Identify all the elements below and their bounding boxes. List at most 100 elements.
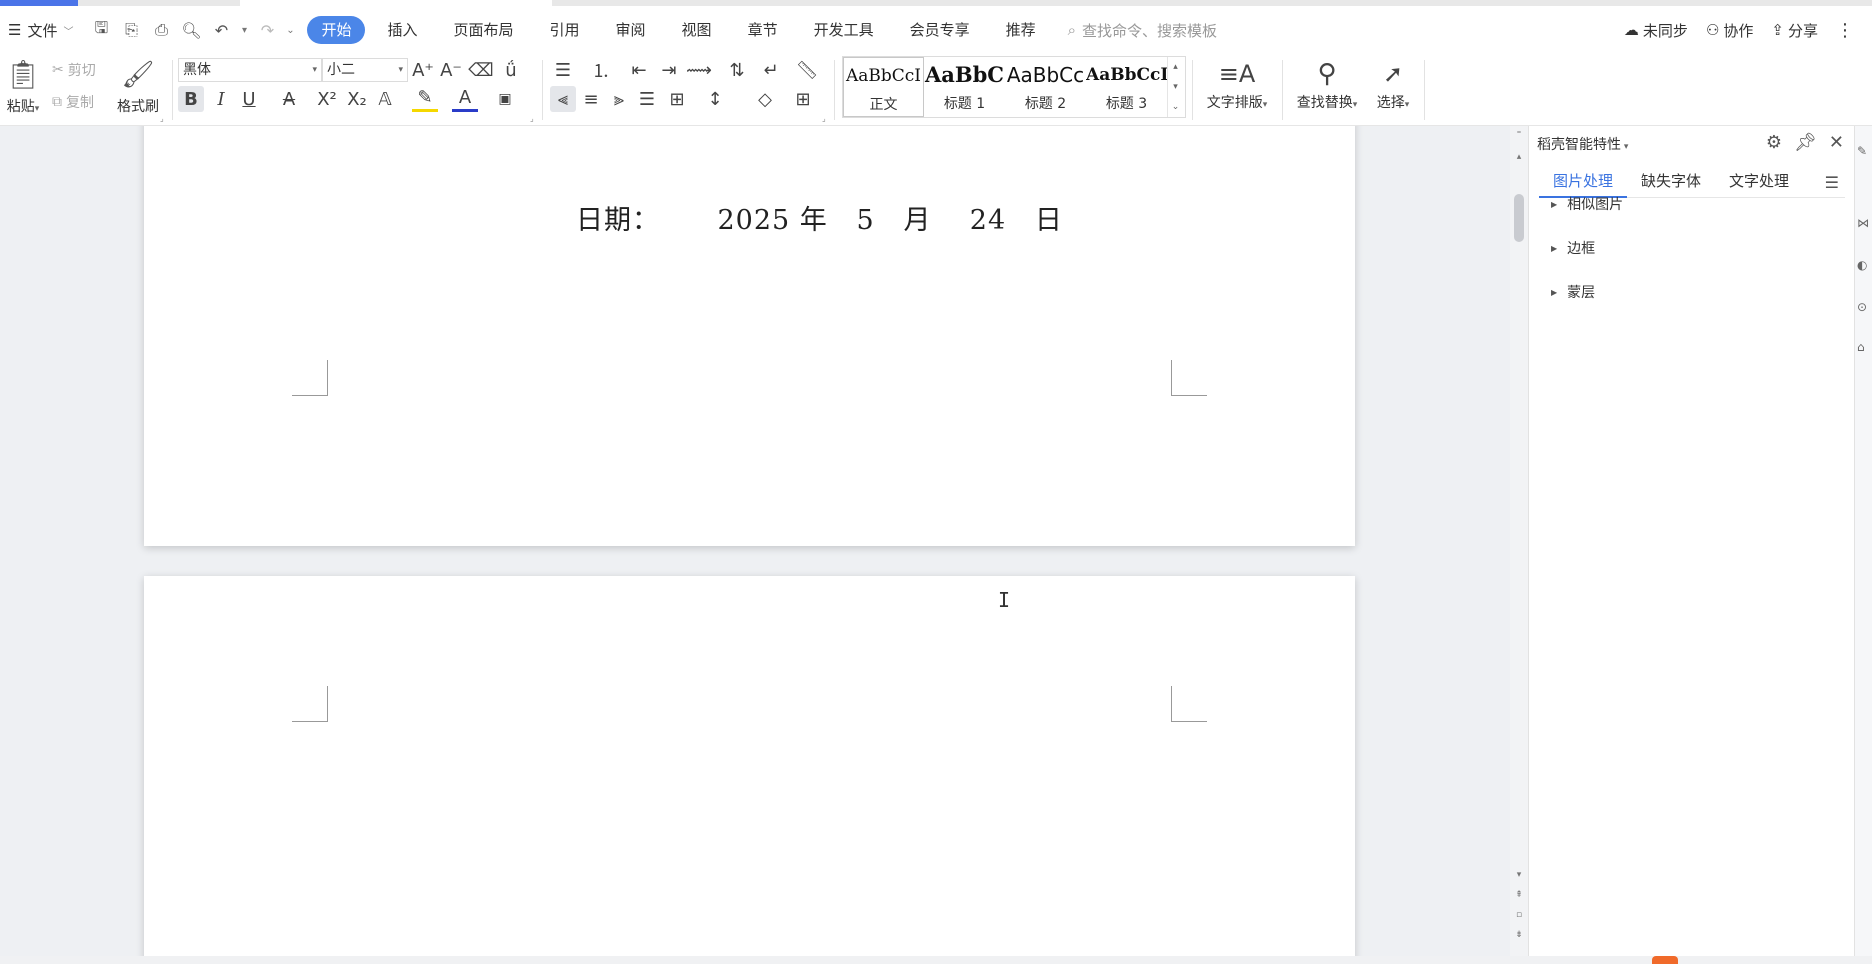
format-painter-button[interactable]: 🖌︎ 格式刷 xyxy=(114,58,162,116)
tab-image-processing[interactable]: 图片处理 xyxy=(1539,168,1628,198)
document-page[interactable]: 日期： 2025 年 5 月 24 日 xyxy=(144,126,1355,546)
side-tool-icon[interactable]: ◐ xyxy=(1857,258,1867,272)
next-page-icon[interactable]: ⇟ xyxy=(1512,930,1526,940)
align-center-icon[interactable]: ≡ xyxy=(578,86,604,112)
select-button[interactable]: ➚ 选择▾ xyxy=(1368,56,1418,112)
distribute-icon[interactable]: ⊞ xyxy=(664,86,690,112)
clipboard-dialog-launcher-icon[interactable]: ⌟ xyxy=(160,114,164,123)
document-page[interactable]: I xyxy=(144,576,1355,956)
paragraph-dialog-launcher-icon[interactable]: ⌟ xyxy=(822,114,826,123)
panel-item-similar-images[interactable]: ▶ 相似图片 xyxy=(1551,194,1623,214)
chevron-down-icon[interactable]: ▾ xyxy=(1173,82,1178,92)
tab-missing-fonts[interactable]: 缺失字体 xyxy=(1627,168,1715,198)
document-canvas[interactable]: 日期： 2025 年 5 月 24 日 I xyxy=(0,126,1510,956)
date-line[interactable]: 日期： 2025 年 5 月 24 日 xyxy=(576,198,1063,237)
chevron-up-icon[interactable]: ▴ xyxy=(1173,62,1178,72)
decrease-indent-icon[interactable]: ⇤ xyxy=(626,57,652,83)
font-name-select[interactable]: 黑体 ▾ xyxy=(178,58,322,82)
font-size-select[interactable]: 小二 ▾ xyxy=(322,58,408,82)
notification-badge[interactable] xyxy=(1652,956,1678,964)
panel-title[interactable]: 稻壳智能特性 ▾ xyxy=(1537,134,1628,154)
clear-format-icon[interactable]: ⌫ xyxy=(468,57,494,83)
find-replace-button[interactable]: ⚲ 查找替换▾ xyxy=(1290,56,1364,112)
numbering-icon[interactable]: ⒈ xyxy=(588,57,614,83)
pinyin-guide-icon[interactable]: ǘ xyxy=(498,57,524,83)
gear-icon[interactable]: ⚙ xyxy=(1766,132,1782,153)
tab-developer[interactable]: 开发工具 xyxy=(796,16,892,44)
side-tool-icon[interactable]: ✎ xyxy=(1857,144,1867,158)
style-heading-3[interactable]: AaBbCcI 标题 3 xyxy=(1086,57,1167,117)
tab-page-layout[interactable]: 页面布局 xyxy=(436,16,532,44)
show-marks-icon[interactable]: ↵ xyxy=(758,57,784,83)
side-tool-icon[interactable]: ⋈ xyxy=(1857,216,1869,230)
text-effect-icon[interactable]: 𝔸 xyxy=(372,86,398,112)
panel-item-border[interactable]: ▶ 边框 xyxy=(1551,238,1595,258)
align-right-icon[interactable]: ⫸ xyxy=(606,86,632,112)
export-pdf-icon[interactable]: ⎘ xyxy=(117,16,145,44)
highlight-icon[interactable]: ✎ xyxy=(412,86,438,112)
redo-icon[interactable]: ↷ xyxy=(253,16,281,44)
print-preview-icon[interactable]: 🔍︎ xyxy=(177,16,205,44)
increase-indent-icon[interactable]: ⇥ xyxy=(656,57,682,83)
style-normal[interactable]: AaBbCcI 正文 xyxy=(843,57,924,117)
pin-icon[interactable]: 📌︎ xyxy=(1794,132,1817,153)
borders-icon[interactable]: ⊞ xyxy=(790,86,816,112)
font-color-icon[interactable]: A xyxy=(452,86,478,112)
char-border-icon[interactable]: ▣ xyxy=(492,86,518,112)
superscript-icon[interactable]: X² xyxy=(314,86,340,112)
undo-icon[interactable]: ↶ xyxy=(207,16,235,44)
bold-icon[interactable]: B xyxy=(178,86,204,112)
tab-home[interactable]: 开始 xyxy=(307,16,366,44)
scroll-down-icon[interactable]: ▾ xyxy=(1512,870,1526,880)
side-tool-icon[interactable]: ⌂ xyxy=(1857,340,1865,354)
cut-button[interactable]: ✂ 剪切 xyxy=(52,60,96,80)
close-icon[interactable]: ✕ xyxy=(1829,132,1844,153)
save-icon[interactable]: 🖫 xyxy=(87,16,115,44)
split-handle-icon[interactable]: ⁼ xyxy=(1512,130,1526,140)
grow-font-icon[interactable]: A⁺ xyxy=(410,57,436,83)
bullets-icon[interactable]: ☰ xyxy=(550,57,576,83)
tab-text-processing[interactable]: 文字处理 xyxy=(1715,168,1803,198)
shading-icon[interactable]: ◇ xyxy=(752,86,778,112)
line-spacing-icon[interactable]: ↕ xyxy=(702,86,728,112)
undo-dropdown-icon[interactable]: ▾ xyxy=(237,16,251,44)
collaborate-button[interactable]: ⚇ 协作 xyxy=(1706,20,1753,41)
more-menu-icon[interactable]: ⋮ xyxy=(1836,20,1854,41)
underline-icon[interactable]: U xyxy=(236,86,262,112)
panel-item-mask[interactable]: ▶ 蒙层 xyxy=(1551,282,1595,302)
panel-menu-icon[interactable]: ☰ xyxy=(1825,173,1845,192)
text-layout-button[interactable]: ≡A 文字排版▾ xyxy=(1200,56,1274,112)
sync-button[interactable]: ☁ 未同步 xyxy=(1624,20,1688,41)
paste-button[interactable]: 📋︎ 粘贴▾ xyxy=(4,58,42,116)
style-heading-1[interactable]: AaBbC 标题 1 xyxy=(924,57,1005,117)
expand-styles-icon[interactable]: ⌄ xyxy=(1172,102,1180,112)
tab-view[interactable]: 视图 xyxy=(664,16,730,44)
align-left-icon[interactable]: ⫷ xyxy=(550,86,576,112)
style-heading-2[interactable]: AaBbCc 标题 2 xyxy=(1005,57,1086,117)
tab-section[interactable]: 章节 xyxy=(730,16,796,44)
browse-object-icon[interactable]: ▫ xyxy=(1512,910,1526,920)
chinese-layout-icon[interactable]: ⟿ xyxy=(686,57,712,83)
scrollbar-thumb[interactable] xyxy=(1514,194,1524,242)
file-menu[interactable]: ☰ 文件 ﹀ xyxy=(0,15,73,45)
tab-review[interactable]: 审阅 xyxy=(598,16,664,44)
share-button[interactable]: ⇪ 分享 xyxy=(1771,20,1818,41)
tab-insert[interactable]: 插入 xyxy=(369,16,435,44)
strikethrough-icon[interactable]: A xyxy=(276,86,302,112)
vertical-scrollbar[interactable]: ⁼ ▴ ▾ ⇞ ▫ ⇟ xyxy=(1510,126,1528,956)
print-icon[interactable]: ⎙ xyxy=(147,16,175,44)
font-dialog-launcher-icon[interactable]: ⌟ xyxy=(530,114,534,123)
scroll-up-icon[interactable]: ▴ xyxy=(1512,152,1526,162)
customize-toolbar-icon[interactable]: ⌄ xyxy=(283,16,297,44)
command-search[interactable]: ⌕ 查找命令、搜索模板 xyxy=(1068,20,1217,41)
tab-references[interactable]: 引用 xyxy=(532,16,598,44)
italic-icon[interactable]: I xyxy=(208,86,234,112)
sort-icon[interactable]: ⇅ xyxy=(724,57,750,83)
shrink-font-icon[interactable]: A⁻ xyxy=(438,57,464,83)
copy-button[interactable]: ⧉ 复制 xyxy=(52,92,94,112)
justify-icon[interactable]: ☰ xyxy=(634,86,660,112)
subscript-icon[interactable]: X₂ xyxy=(344,86,370,112)
tab-recommend[interactable]: 推荐 xyxy=(988,16,1054,44)
prev-page-icon[interactable]: ⇞ xyxy=(1512,890,1526,900)
tab-member[interactable]: 会员专享 xyxy=(892,16,988,44)
